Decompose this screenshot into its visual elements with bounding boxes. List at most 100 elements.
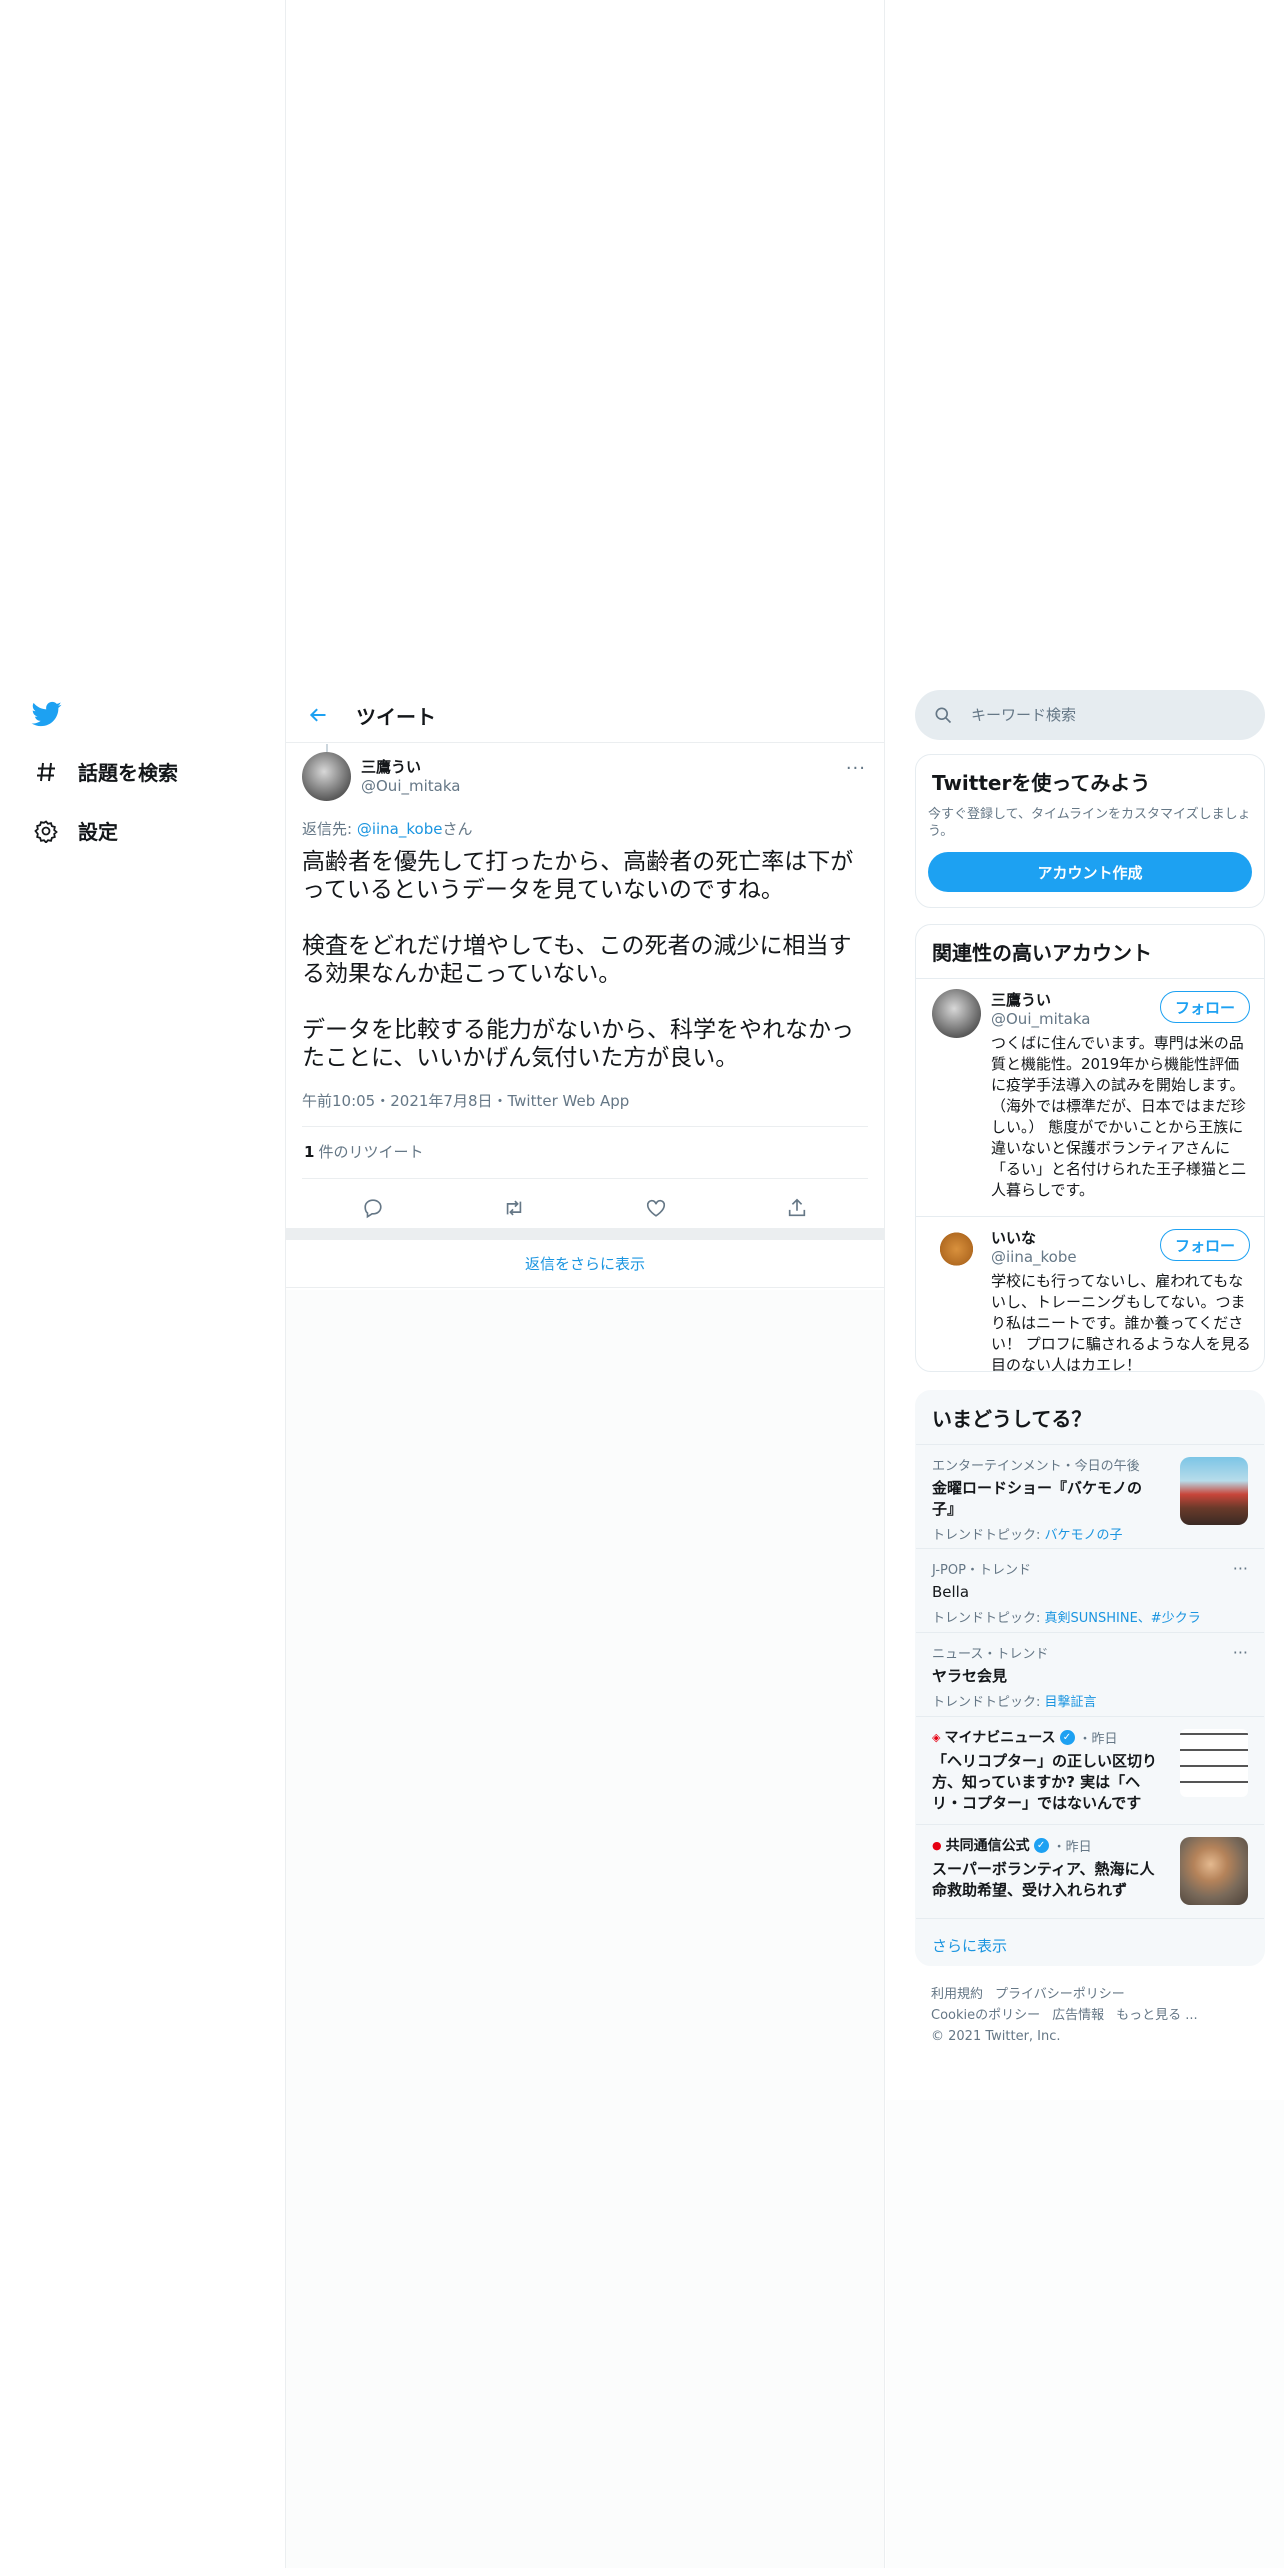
trend-topic-prefix: トレンドトピック: <box>932 1528 1045 1543</box>
footer-more-link[interactable]: もっと見る ... <box>1116 2008 1198 2023</box>
trend-topic: トレンドトピック: 真剣SUNSHINE、#少クラ <box>932 1607 1248 1626</box>
show-more-trends-link[interactable]: さらに表示 <box>916 1918 1264 1965</box>
tweet-timestamp[interactable]: 午前10:05・2021年7月8日・Twitter Web App <box>302 1090 629 1111</box>
account-item[interactable]: 三鷹うい @Oui_mitaka フォロー つくばに住んでいます。専門は米の品質… <box>916 978 1264 1216</box>
follow-button[interactable]: フォロー <box>1160 1229 1250 1261</box>
account-handle: @Oui_mitaka <box>991 1010 1091 1028</box>
search-input[interactable] <box>971 706 1241 724</box>
back-arrow-icon[interactable] <box>304 701 332 729</box>
avatar[interactable] <box>932 1227 981 1276</box>
share-icon[interactable] <box>779 1190 815 1226</box>
tweet-paragraph: データを比較する能力がないから、科学をやれなかったことに、いいかげん気付いた方が… <box>302 1017 854 1071</box>
main-empty-area <box>286 1290 884 2568</box>
gear-icon <box>32 817 60 845</box>
more-options-icon[interactable]: ··· <box>846 758 866 779</box>
news-item[interactable]: ◈ マイナビニュース ✓ ・昨日 「ヘリコプター」の正しい区切り方、知っています… <box>916 1716 1264 1824</box>
trend-context: J-POP・トレンド <box>932 1563 1031 1578</box>
trend-context: ニュース・トレンド <box>932 1647 1049 1662</box>
trend-topic-link[interactable]: バケモノの子 <box>1045 1528 1123 1543</box>
source-logo-icon: ● <box>932 1838 942 1852</box>
trend-topic-prefix: トレンドトピック: <box>932 1695 1045 1710</box>
author-name[interactable]: 三鷹うい <box>361 756 421 777</box>
divider <box>302 1178 868 1179</box>
footer-privacy-link[interactable]: プライバシーポリシー <box>995 1987 1125 2002</box>
retweet-count-value: 1 <box>304 1143 315 1161</box>
signup-subtitle: 今すぐ登録して、タイムラインをカスタマイズしましょう。 <box>928 807 1251 839</box>
search-icon <box>933 705 953 725</box>
news-title: スーパーボランティア、熱海に人命救助希望、受け入れられず <box>932 1860 1155 1899</box>
account-item[interactable]: いいな @iina_kobe フォロー 学校にも行ってないし、雇われてもないし、… <box>916 1216 1264 1372</box>
account-name[interactable]: 三鷹うい <box>991 989 1051 1010</box>
account-handle: @iina_kobe <box>991 1248 1077 1266</box>
account-bio: つくばに住んでいます。専門は米の品質と機能性。2019年から機能性評価に疫学手法… <box>991 1034 1247 1199</box>
retweet-count[interactable]: 1 件のリツイート <box>304 1141 423 1162</box>
verified-icon: ✓ <box>1059 1729 1075 1745</box>
tweet-paragraph: 検査をどれだけ増やしても、この死者の減少に相当する効果なんか起こっていない。 <box>302 933 852 987</box>
divider <box>302 1126 868 1127</box>
page-title: ツイート <box>356 704 436 729</box>
news-time: ・昨日 <box>1078 1731 1118 1747</box>
news-time: ・昨日 <box>1052 1839 1092 1855</box>
reply-icon[interactable] <box>355 1190 391 1226</box>
trend-item[interactable]: ニュース・トレンド ヤラセ会見 トレンドトピック: 目撃証言 ··· <box>916 1632 1264 1716</box>
trend-topic-link[interactable]: 真剣SUNSHINE、#少クラ <box>1045 1611 1201 1626</box>
sidebar-empty-area <box>886 2100 1284 2568</box>
show-more-replies-link[interactable]: 返信をさらに表示 <box>286 1240 884 1288</box>
more-options-icon[interactable]: ··· <box>1233 1643 1248 1662</box>
trend-title: Bella <box>932 1583 970 1601</box>
tweet-text: 高齢者を優先して打ったから、高齢者の死亡率は下がっているというデータを見ていない… <box>302 848 868 1100</box>
heart-icon[interactable] <box>638 1190 674 1226</box>
follow-button[interactable]: フォロー <box>1160 991 1250 1023</box>
related-title: 関連性の高いアカウント <box>932 941 1152 965</box>
trend-thumbnail <box>1180 1457 1248 1525</box>
footer-cookie-link[interactable]: Cookieのポリシー <box>931 2008 1040 2023</box>
thread-line <box>326 744 328 752</box>
reply-to-link[interactable]: @iina_kobe <box>357 820 443 838</box>
create-account-button[interactable]: アカウント作成 <box>928 852 1252 892</box>
nav-settings[interactable]: 設定 <box>32 816 118 845</box>
twitter-logo-icon[interactable] <box>30 699 64 729</box>
trend-topic-prefix: トレンドトピック: <box>932 1611 1045 1626</box>
signup-card: Twitterを使ってみよう 今すぐ登録して、タイムラインをカスタマイズしましょ… <box>915 754 1265 908</box>
news-item[interactable]: ● 共同通信公式 ✓ ・昨日 スーパーボランティア、熱海に人命救助希望、受け入れ… <box>916 1824 1264 1918</box>
trend-topic: トレンドトピック: 目撃証言 <box>932 1691 1248 1710</box>
news-thumbnail <box>1180 1729 1248 1797</box>
source-logo-icon: ◈ <box>932 1730 941 1744</box>
reply-to: 返信先: @iina_kobeさん <box>302 818 472 839</box>
trend-item[interactable]: J-POP・トレンド Bella トレンドトピック: 真剣SUNSHINE、#少… <box>916 1548 1264 1632</box>
account-bio: 学校にも行ってないし、雇われてもないし、トレーニングもしてない。つまり私はニート… <box>991 1272 1251 1372</box>
trend-title: 金曜ロードショー『バケモノの子』 <box>932 1479 1143 1518</box>
related-accounts-card: 関連性の高いアカウント 三鷹うい @Oui_mitaka フォロー つくばに住ん… <box>915 924 1265 1372</box>
author-handle[interactable]: @Oui_mitaka <box>361 777 460 795</box>
hashtag-icon <box>32 758 60 786</box>
footer-ads-link[interactable]: 広告情報 <box>1052 2008 1104 2023</box>
section-gap <box>286 1228 884 1240</box>
footer-terms-link[interactable]: 利用規約 <box>931 1987 983 2002</box>
trends-card: いまどうしてる？ エンターテインメント・今日の午後 金曜ロードショー『バケモノの… <box>915 1390 1265 1966</box>
news-source-name: 共同通信公式 <box>945 1838 1030 1854</box>
news-title: 「ヘリコプター」の正しい区切り方、知っていますか? 実は「ヘリ・コプター」ではな… <box>932 1752 1158 1812</box>
trend-item[interactable]: エンターテインメント・今日の午後 金曜ロードショー『バケモノの子』 トレンドトピ… <box>916 1444 1264 1548</box>
more-options-icon[interactable]: ··· <box>1233 1559 1248 1578</box>
trends-title: いまどうしてる？ <box>932 1407 1092 1431</box>
avatar[interactable] <box>932 989 981 1038</box>
nav-settings-label: 設定 <box>78 820 118 844</box>
avatar[interactable] <box>302 752 351 801</box>
news-source-name: マイナビニュース <box>944 1730 1056 1746</box>
retweet-icon[interactable] <box>496 1190 532 1226</box>
verified-icon: ✓ <box>1033 1837 1049 1853</box>
trend-topic-link[interactable]: 目撃証言 <box>1045 1695 1097 1710</box>
search-bar[interactable] <box>915 690 1265 740</box>
page-header: ツイート <box>286 688 884 743</box>
nav-explore-label: 話題を検索 <box>78 761 178 785</box>
footer: 利用規約 プライバシーポリシー Cookieのポリシー 広告情報 もっと見る ... … <box>931 1984 1251 2047</box>
trend-topic: トレンドトピック: バケモノの子 <box>932 1524 1248 1543</box>
news-thumbnail <box>1180 1837 1248 1905</box>
reply-prefix: 返信先: <box>302 820 357 838</box>
reply-suffix: さん <box>442 820 473 838</box>
account-name[interactable]: いいな <box>991 1227 1036 1248</box>
signup-title: Twitterを使ってみよう <box>932 771 1151 795</box>
tweet-actions <box>302 1188 868 1228</box>
nav-explore[interactable]: 話題を検索 <box>32 757 178 786</box>
copyright: © 2021 Twitter, Inc. <box>931 2029 1061 2044</box>
